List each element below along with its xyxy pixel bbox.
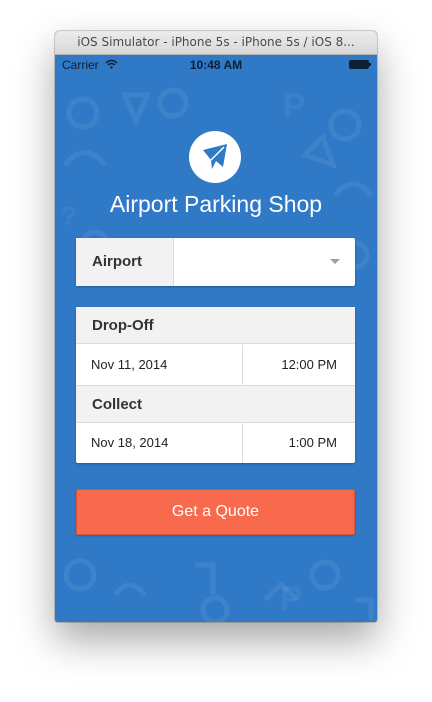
dropoff-date-field[interactable]: Nov 11, 2014 xyxy=(76,345,243,385)
collect-time-field[interactable]: 1:00 PM xyxy=(244,423,355,463)
svg-text:P: P xyxy=(280,580,303,618)
simulator-window: iOS Simulator - iPhone 5s - iPhone 5s / … xyxy=(55,31,377,622)
dropoff-time-field[interactable]: 12:00 PM xyxy=(244,345,355,385)
airport-label: Airport xyxy=(76,238,174,286)
dates-card: Drop-Off Nov 11, 2014 12:00 PM Collect N… xyxy=(76,307,355,463)
get-quote-button[interactable]: Get a Quote xyxy=(76,489,355,535)
app-title: Airport Parking Shop xyxy=(109,191,323,217)
collect-date-field[interactable]: Nov 18, 2014 xyxy=(76,423,243,463)
svg-text:P: P xyxy=(283,87,306,125)
status-time: 10:48 AM xyxy=(189,58,243,72)
collect-heading: Collect xyxy=(76,386,355,423)
dropoff-heading: Drop-Off xyxy=(76,307,355,344)
chevron-down-icon xyxy=(330,259,340,264)
app-screen: P P ? Carrier 10:48 AM Airport Parking S… xyxy=(55,55,377,622)
paper-plane-logo-icon xyxy=(189,131,241,183)
dropoff-row: Nov 11, 2014 12:00 PM xyxy=(76,345,355,385)
airport-picker[interactable]: Airport xyxy=(76,238,355,286)
window-titlebar: iOS Simulator - iPhone 5s - iPhone 5s / … xyxy=(55,31,377,55)
battery-icon xyxy=(349,60,371,69)
collect-row: Nov 18, 2014 1:00 PM xyxy=(76,423,355,463)
status-bar: Carrier 10:48 AM xyxy=(55,55,377,75)
airport-select[interactable] xyxy=(175,238,355,286)
